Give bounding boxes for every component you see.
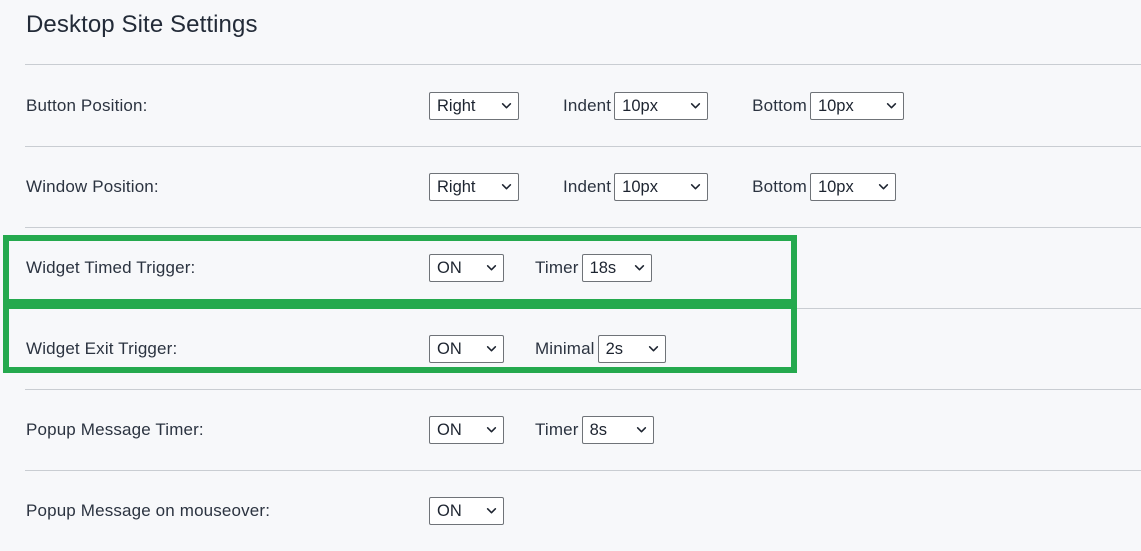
setting-label: Button Position: [26, 95, 148, 115]
select-value: 10px [622, 96, 658, 115]
widget-exit-trigger-toggle[interactable]: ON [429, 334, 504, 363]
chevron-down-icon [501, 100, 512, 111]
chevron-down-icon [501, 181, 512, 192]
settings-rows: Button Position: Right Indent 10px Bottom 10p… [0, 64, 1141, 551]
bottom-label: Bottom [752, 176, 807, 196]
select-value: 8s [589, 420, 607, 439]
row-content: Window Position: Right Indent 10px Bottom 10p… [0, 146, 1141, 227]
page-title: Desktop Site Settings [26, 11, 258, 38]
select-value: 10px [817, 96, 854, 115]
setting-row: Widget Exit Trigger: ON Minimal 2s [0, 308, 1141, 389]
popup-message-timer-select[interactable]: 8s [581, 415, 654, 444]
chevron-down-icon [886, 100, 897, 111]
select-value: ON [437, 258, 462, 277]
select-value: ON [437, 339, 462, 358]
button-bottom-select[interactable]: 10px [809, 91, 904, 120]
select-value: 10px [622, 177, 658, 196]
select-value: Right [437, 177, 476, 196]
chevron-down-icon [690, 181, 701, 192]
select-value: Right [437, 96, 476, 115]
row-content: Widget Exit Trigger: ON Minimal 2s [0, 308, 1141, 389]
setting-label: Widget Timed Trigger: [26, 257, 196, 277]
widget-exit-trigger-minimal-select[interactable]: 2s [597, 334, 666, 363]
row-content: Button Position: Right Indent 10px Bottom 10p… [0, 65, 1141, 146]
bottom-label: Bottom [752, 95, 807, 115]
chevron-down-icon [690, 100, 701, 111]
popup-message-mouseover-toggle[interactable]: ON [429, 496, 504, 525]
chevron-down-icon [486, 424, 497, 435]
select-value: ON [437, 501, 462, 520]
popup-message-timer-toggle[interactable]: ON [429, 415, 504, 444]
chevron-down-icon [634, 262, 645, 273]
window-bottom-select[interactable]: 10px [809, 172, 896, 201]
setting-row: Widget Timed Trigger: ON Timer 18s [0, 227, 1141, 308]
chevron-down-icon [636, 424, 647, 435]
setting-label: Widget Exit Trigger: [26, 338, 178, 358]
setting-row: Window Position: Right Indent 10px Bottom 10p… [0, 146, 1141, 227]
select-value: 2s [605, 339, 624, 358]
window-position-select[interactable]: Right [429, 172, 519, 201]
setting-row: Button Position: Right Indent 10px Bottom 10p… [0, 64, 1141, 146]
chevron-down-icon [486, 343, 497, 354]
setting-row: Popup Message Timer: ON Timer 8s [0, 389, 1141, 470]
indent-label: Indent [563, 95, 612, 115]
row-content: Widget Timed Trigger: ON Timer 18s [0, 227, 1141, 308]
select-value: 18s [589, 258, 617, 277]
row-content: Popup Message on mouseover: ON [0, 470, 1141, 551]
window-indent-select[interactable]: 10px [614, 172, 709, 201]
chevron-down-icon [878, 181, 889, 192]
row-content: Popup Message Timer: ON Timer 8s [0, 389, 1141, 470]
setting-label: Window Position: [26, 176, 159, 196]
widget-timed-trigger-timer-select[interactable]: 18s [581, 253, 652, 282]
setting-row: Popup Message on mouseover: ON [0, 470, 1141, 551]
setting-controls: ON Minimal 2s [429, 334, 666, 363]
setting-controls: ON Timer 18s [429, 253, 652, 282]
widget-timed-trigger-toggle[interactable]: ON [429, 253, 504, 282]
setting-controls: Right Indent 10px Bottom 10px [429, 91, 904, 120]
setting-label: Popup Message Timer: [26, 419, 204, 439]
indent-label: Indent [563, 176, 612, 196]
timer-label: Timer [535, 257, 579, 277]
minimal-label: Minimal [535, 338, 595, 358]
button-position-select[interactable]: Right [429, 91, 519, 120]
select-value: ON [437, 420, 462, 439]
chevron-down-icon [486, 262, 497, 273]
timer-label: Timer [535, 419, 579, 439]
select-value: 10px [817, 177, 854, 196]
chevron-down-icon [486, 505, 497, 516]
setting-controls: ON [429, 496, 504, 525]
setting-label: Popup Message on mouseover: [26, 500, 271, 520]
button-indent-select[interactable]: 10px [614, 91, 709, 120]
setting-controls: ON Timer 8s [429, 415, 654, 444]
chevron-down-icon [648, 343, 659, 354]
desktop-site-settings-page: Desktop Site Settings Button Position: Ri… [0, 0, 1141, 551]
setting-controls: Right Indent 10px Bottom 10px [429, 172, 896, 201]
